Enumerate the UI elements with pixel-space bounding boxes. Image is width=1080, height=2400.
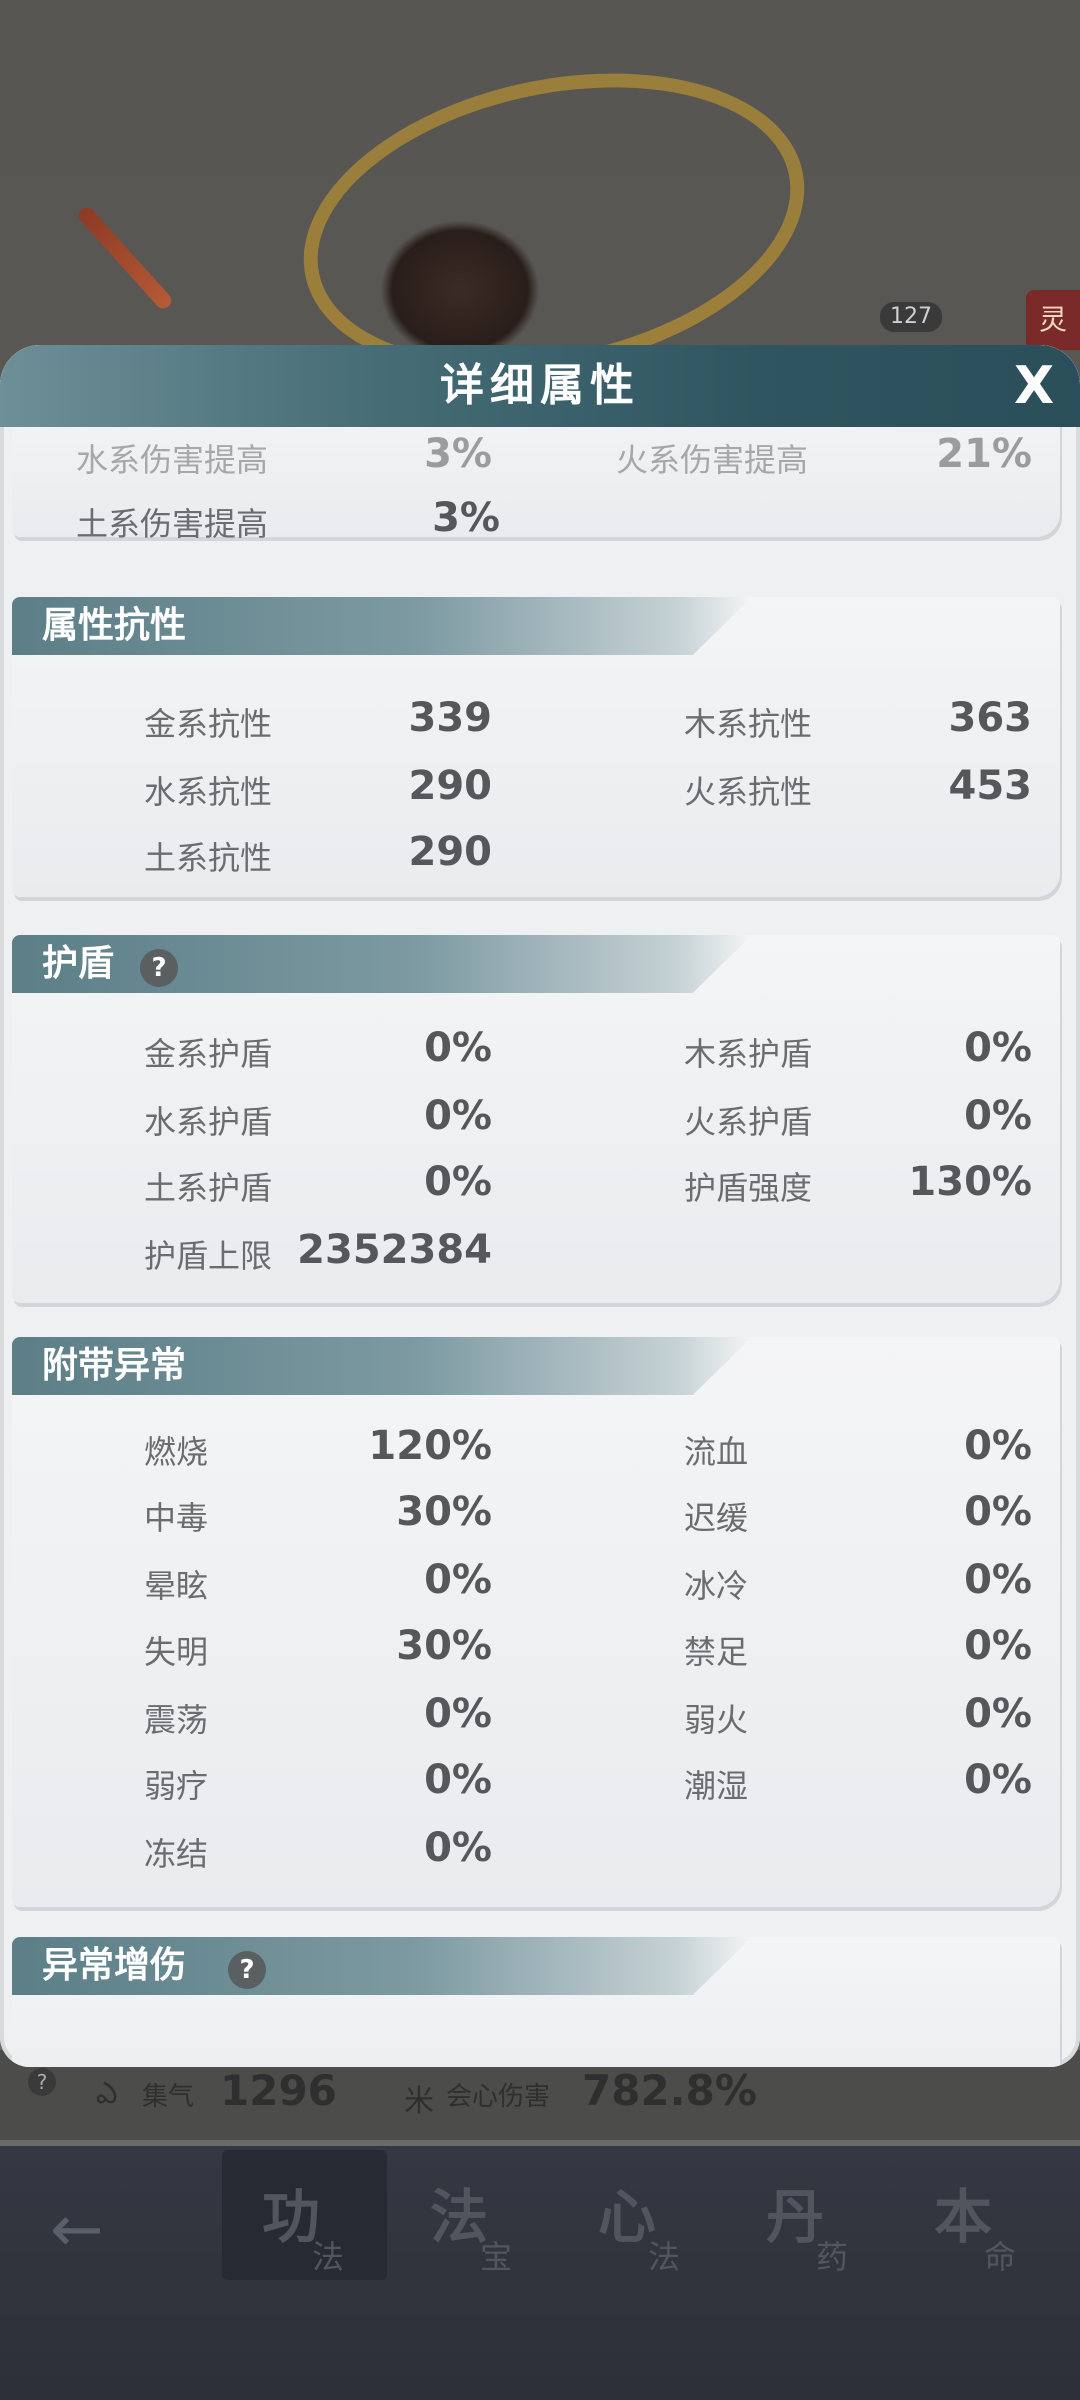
back-arrow-icon[interactable]: ←: [50, 2198, 130, 2262]
stat-value: 0%: [424, 1159, 492, 1205]
close-button[interactable]: X: [1010, 360, 1058, 412]
stat-value: 0%: [424, 1691, 492, 1737]
stat-value: 453: [948, 763, 1033, 809]
stat-value: 130%: [908, 1159, 1032, 1205]
detail-attributes-modal: 详细属性 X 水系伤害提高 3% 火系伤害提高 21% 土系伤害提高 3% 属性…: [0, 345, 1080, 2067]
stat-label: 冻结: [144, 1835, 209, 1873]
stat-value: 3%: [424, 431, 492, 477]
stat-label: 火系护盾: [684, 1103, 813, 1141]
stat-label: 迟缓: [684, 1499, 749, 1537]
stat-value-crit-damage: 782.8%: [582, 2066, 757, 2115]
stat-value: 0%: [964, 1025, 1032, 1071]
stat-value: 0%: [424, 1025, 492, 1071]
stat-value: 0%: [424, 1557, 492, 1603]
stat-label: 土系伤害提高: [76, 505, 269, 543]
help-icon[interactable]: ?: [228, 1951, 266, 1989]
stat-value: 0%: [964, 1557, 1032, 1603]
character-figure: [380, 220, 540, 360]
nav-tab-xinfa[interactable]: 心 法: [558, 2150, 723, 2280]
section-status-damage-bonus: 异常增伤 ?: [12, 1937, 1060, 2067]
stat-label-crit-damage: 会心伤害: [446, 2082, 551, 2112]
stat-label: 火系抗性: [684, 773, 813, 811]
stat-label: 弱疗: [144, 1767, 209, 1805]
swirl-icon: ఎ: [96, 2076, 118, 2111]
side-tag-button[interactable]: 灵: [1026, 290, 1080, 350]
stat-value: 0%: [424, 1825, 492, 1871]
stat-label-energy: 集气: [142, 2082, 195, 2112]
stat-label: 金系护盾: [144, 1035, 273, 1073]
stat-label: 木系抗性: [684, 705, 813, 743]
stat-label: 水系护盾: [144, 1103, 273, 1141]
stat-label: 潮湿: [684, 1767, 749, 1805]
section-shield: 护盾 ? 金系护盾 0% 木系护盾 0% 水系护盾 0% 火系护盾 0% 土系护…: [12, 935, 1060, 1303]
stat-label: 中毒: [144, 1499, 209, 1537]
stat-label: 禁足: [684, 1633, 749, 1671]
section-title: 属性抗性: [42, 605, 187, 646]
stat-value: 339: [408, 695, 493, 741]
nav-tab-danyao[interactable]: 丹 药: [726, 2150, 891, 2280]
nav-tab-gongfa-sub: 法: [312, 2238, 345, 2276]
stat-value: 0%: [424, 1093, 492, 1139]
section-title: 异常增伤: [42, 1945, 187, 1986]
stat-value: 0%: [424, 1757, 492, 1803]
stat-value: 363: [948, 695, 1033, 741]
stat-label: 晕眩: [144, 1567, 209, 1605]
stat-value: 0%: [964, 1489, 1032, 1535]
nav-tab-benming[interactable]: 本 命: [894, 2150, 1059, 2280]
stat-value: 0%: [964, 1757, 1032, 1803]
attributes-scroll-area[interactable]: 水系伤害提高 3% 火系伤害提高 21% 土系伤害提高 3% 属性抗性 金系抗性…: [0, 427, 1080, 2067]
nav-tab-benming-sub: 命: [984, 2238, 1017, 2276]
stat-label: 土系抗性: [144, 839, 273, 877]
stat-label: 震荡: [144, 1701, 209, 1739]
stat-label: 弱火: [684, 1701, 749, 1739]
stat-value: 0%: [964, 1093, 1032, 1139]
stat-label: 护盾强度: [684, 1169, 813, 1207]
stat-value: 30%: [396, 1489, 492, 1535]
stat-label: 火系伤害提高: [616, 441, 809, 479]
nav-tab-fabao[interactable]: 法 宝: [390, 2150, 555, 2280]
section-title: 护盾: [42, 943, 115, 984]
section-resistance: 属性抗性 金系抗性 339 木系抗性 363 水系抗性 290 火系抗性 453…: [12, 597, 1060, 897]
stat-label: 金系抗性: [144, 705, 273, 743]
stat-value: 290: [408, 763, 493, 809]
stat-label: 木系护盾: [684, 1035, 813, 1073]
section-status-effects: 附带异常 燃烧 120% 流血 0% 中毒 30% 迟缓 0% 晕眩 0% 冰冷…: [12, 1337, 1060, 1907]
level-badge: 127: [880, 302, 942, 332]
stat-value: 2352384: [297, 1227, 492, 1273]
nav-tab-danyao-sub: 药: [816, 2238, 849, 2276]
help-icon[interactable]: ?: [140, 949, 178, 987]
help-icon[interactable]: ?: [28, 2068, 56, 2096]
nav-tab-fabao-sub: 宝: [480, 2238, 513, 2276]
stat-label: 失明: [144, 1633, 209, 1671]
stat-label: 护盾上限: [144, 1237, 273, 1275]
burst-icon: 米: [404, 2084, 434, 2119]
section-header: [12, 935, 752, 993]
stat-label: 土系护盾: [144, 1169, 273, 1207]
modal-title: 详细属性: [440, 360, 640, 411]
nav-tab-gongfa[interactable]: 功 法: [222, 2150, 387, 2280]
stat-value: 0%: [964, 1623, 1032, 1669]
stat-value: 0%: [964, 1691, 1032, 1737]
section-title: 附带异常: [42, 1345, 187, 1386]
stat-label: 流血: [684, 1433, 749, 1471]
stat-value: 21%: [936, 431, 1032, 477]
nav-tab-xinfa-sub: 法: [648, 2238, 681, 2276]
stat-value: 120%: [368, 1423, 492, 1469]
stat-value: 290: [408, 829, 493, 875]
stat-label: 冰冷: [684, 1567, 749, 1605]
sword-graphic: [75, 204, 175, 312]
stat-value: 30%: [396, 1623, 492, 1669]
stat-label: 水系抗性: [144, 773, 273, 811]
stat-label: 水系伤害提高: [76, 441, 269, 479]
stat-value-energy: 1296: [220, 2066, 337, 2115]
stat-label: 燃烧: [144, 1433, 209, 1471]
stat-value: 0%: [964, 1423, 1032, 1469]
stat-value: 3%: [432, 495, 500, 541]
